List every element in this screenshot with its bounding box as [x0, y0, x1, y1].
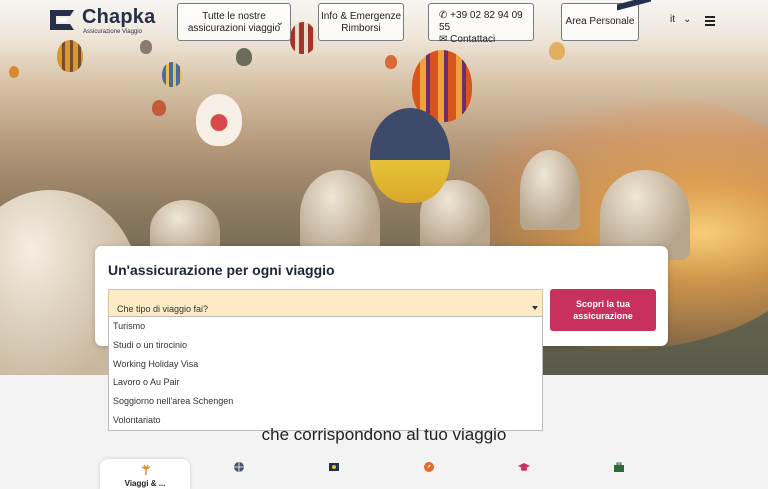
palm-icon — [141, 464, 151, 475]
language-code: it — [670, 14, 675, 25]
account-button[interactable]: Area Personale — [561, 3, 639, 41]
trip-type-placeholder: Che tipo di viaggio fai? — [117, 304, 209, 314]
contact-button[interactable]: ✆ +39 02 82 94 09 55 ✉ Contattaci — [428, 3, 534, 45]
hamburger-menu-icon[interactable] — [705, 16, 715, 28]
tab-label: Viaggi & ... — [124, 479, 166, 488]
balloon — [196, 94, 242, 146]
phone-number: +39 02 82 94 09 55 — [439, 10, 523, 33]
language-selector[interactable]: it ⌄ — [670, 14, 691, 25]
brand-tagline: Assicurazione Viaggio — [83, 29, 142, 35]
briefcase-icon[interactable] — [613, 461, 625, 473]
brand-name: Chapka — [82, 6, 156, 28]
balloon — [385, 55, 397, 69]
contact-label: Contattaci — [450, 34, 496, 45]
trip-option[interactable]: Lavoro o Au Pair — [109, 373, 542, 392]
dropdown-arrow-icon — [532, 306, 538, 310]
compass-icon[interactable] — [423, 461, 435, 473]
trip-type-select[interactable]: Che tipo di viaggio fai? — [108, 289, 543, 317]
balloon — [152, 100, 166, 116]
graduation-icon[interactable] — [518, 461, 530, 473]
globe-icon[interactable] — [233, 461, 245, 473]
chevron-down-icon: ⌄ — [683, 14, 692, 25]
category-tabs: Viaggi & ... — [0, 457, 768, 489]
section-subtitle: che corrispondono al tuo viaggio — [261, 425, 507, 444]
balloon — [9, 66, 19, 78]
balloon — [236, 48, 252, 66]
trip-option[interactable]: Turismo — [109, 317, 542, 336]
trip-option[interactable]: Studi o un tirocinio — [109, 336, 542, 355]
trip-option[interactable]: Soggiorno nell'area Schengen — [109, 392, 542, 411]
rock-formation — [520, 150, 580, 230]
info-emergency-button[interactable]: Info & Emergenze Rimborsi — [318, 3, 404, 41]
insurances-menu-label: Tutte le nostre assicurazioni viaggio — [187, 11, 281, 34]
top-navigation: Chapka Assicurazione Viaggio Tutte le no… — [0, 0, 768, 46]
flag-icon[interactable] — [328, 461, 340, 473]
trip-option[interactable]: Working Holiday Visa — [109, 355, 542, 374]
account-label: Area Personale — [565, 16, 635, 27]
chevron-down-icon: ⌄ — [275, 17, 284, 28]
phone-icon: ✆ — [439, 10, 448, 21]
insurances-menu-button[interactable]: Tutte le nostre assicurazioni viaggio ⌄ — [177, 3, 291, 41]
balloon — [370, 108, 450, 203]
chapka-logo-icon — [50, 10, 74, 30]
balloon — [162, 62, 182, 87]
trip-type-dropdown: Turismo Studi o un tirocinio Working Hol… — [108, 316, 543, 431]
info-emergency-label: Info & Emergenze Rimborsi — [320, 11, 402, 34]
mail-icon: ✉ — [439, 34, 448, 45]
brand-logo[interactable]: Chapka Assicurazione Viaggio — [46, 4, 156, 42]
find-insurance-button[interactable]: Scopri la tua assicurazione — [550, 289, 656, 331]
hero-title: Un'assicurazione per ogni viaggio — [108, 262, 335, 278]
